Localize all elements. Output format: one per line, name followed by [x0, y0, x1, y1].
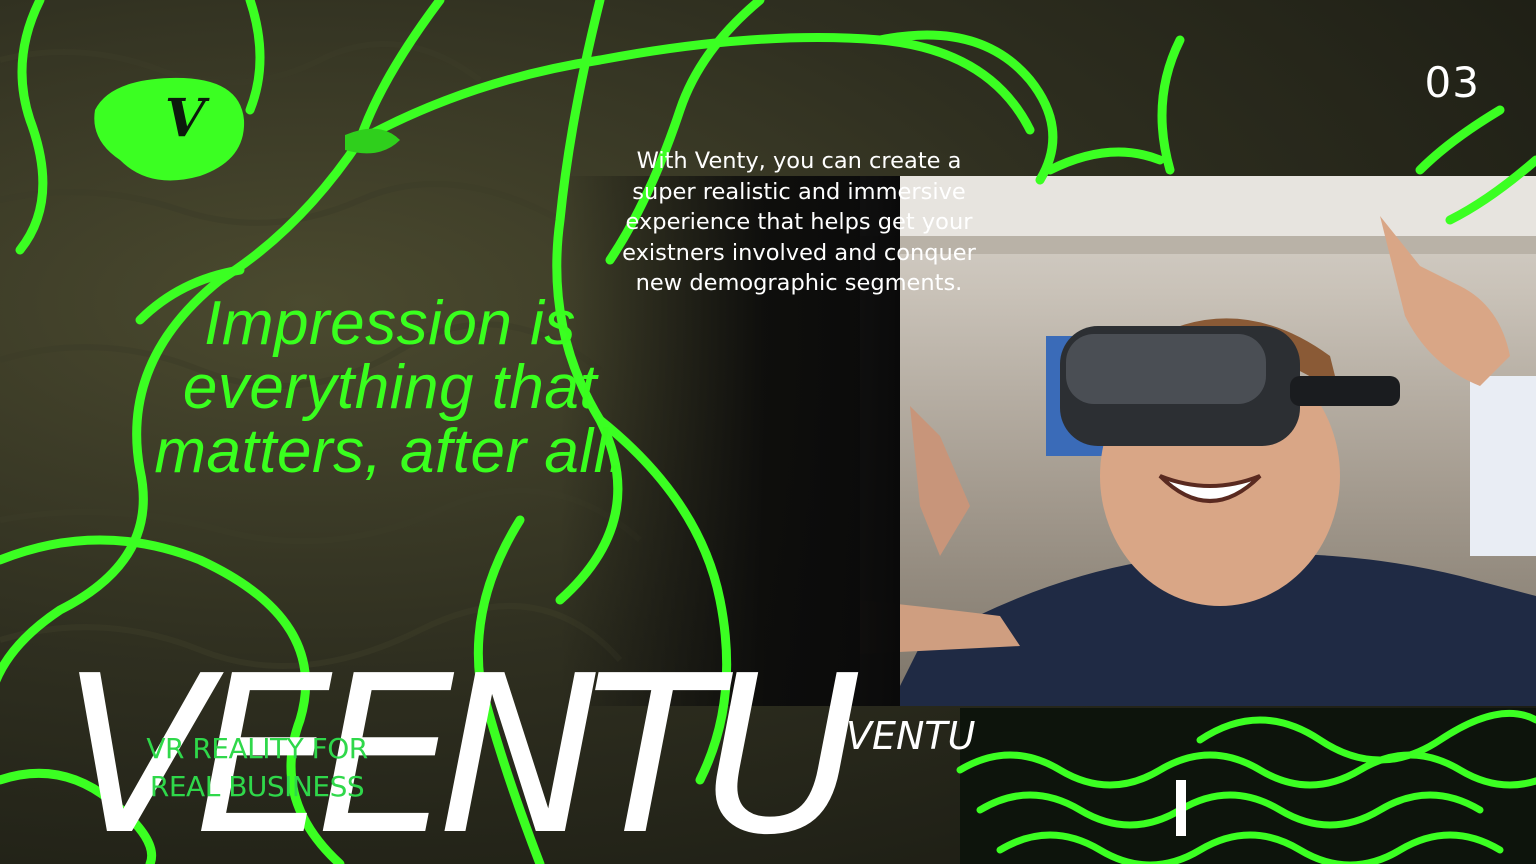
tagline: VR REALITY FOR REAL BUSINESS — [146, 732, 368, 803]
slide-canvas: V 03 With Venty, you can create a super … — [0, 0, 1536, 864]
slide-number: 03 — [1424, 58, 1480, 107]
brand-wordmark-small: VENTU — [846, 714, 976, 758]
body-paragraph: With Venty, you can create a super reali… — [622, 148, 976, 296]
headline: Impression is everything that matters, a… — [154, 289, 626, 486]
v-logo-blob-icon: V — [164, 88, 206, 149]
vertical-bar-divider — [1176, 780, 1186, 836]
